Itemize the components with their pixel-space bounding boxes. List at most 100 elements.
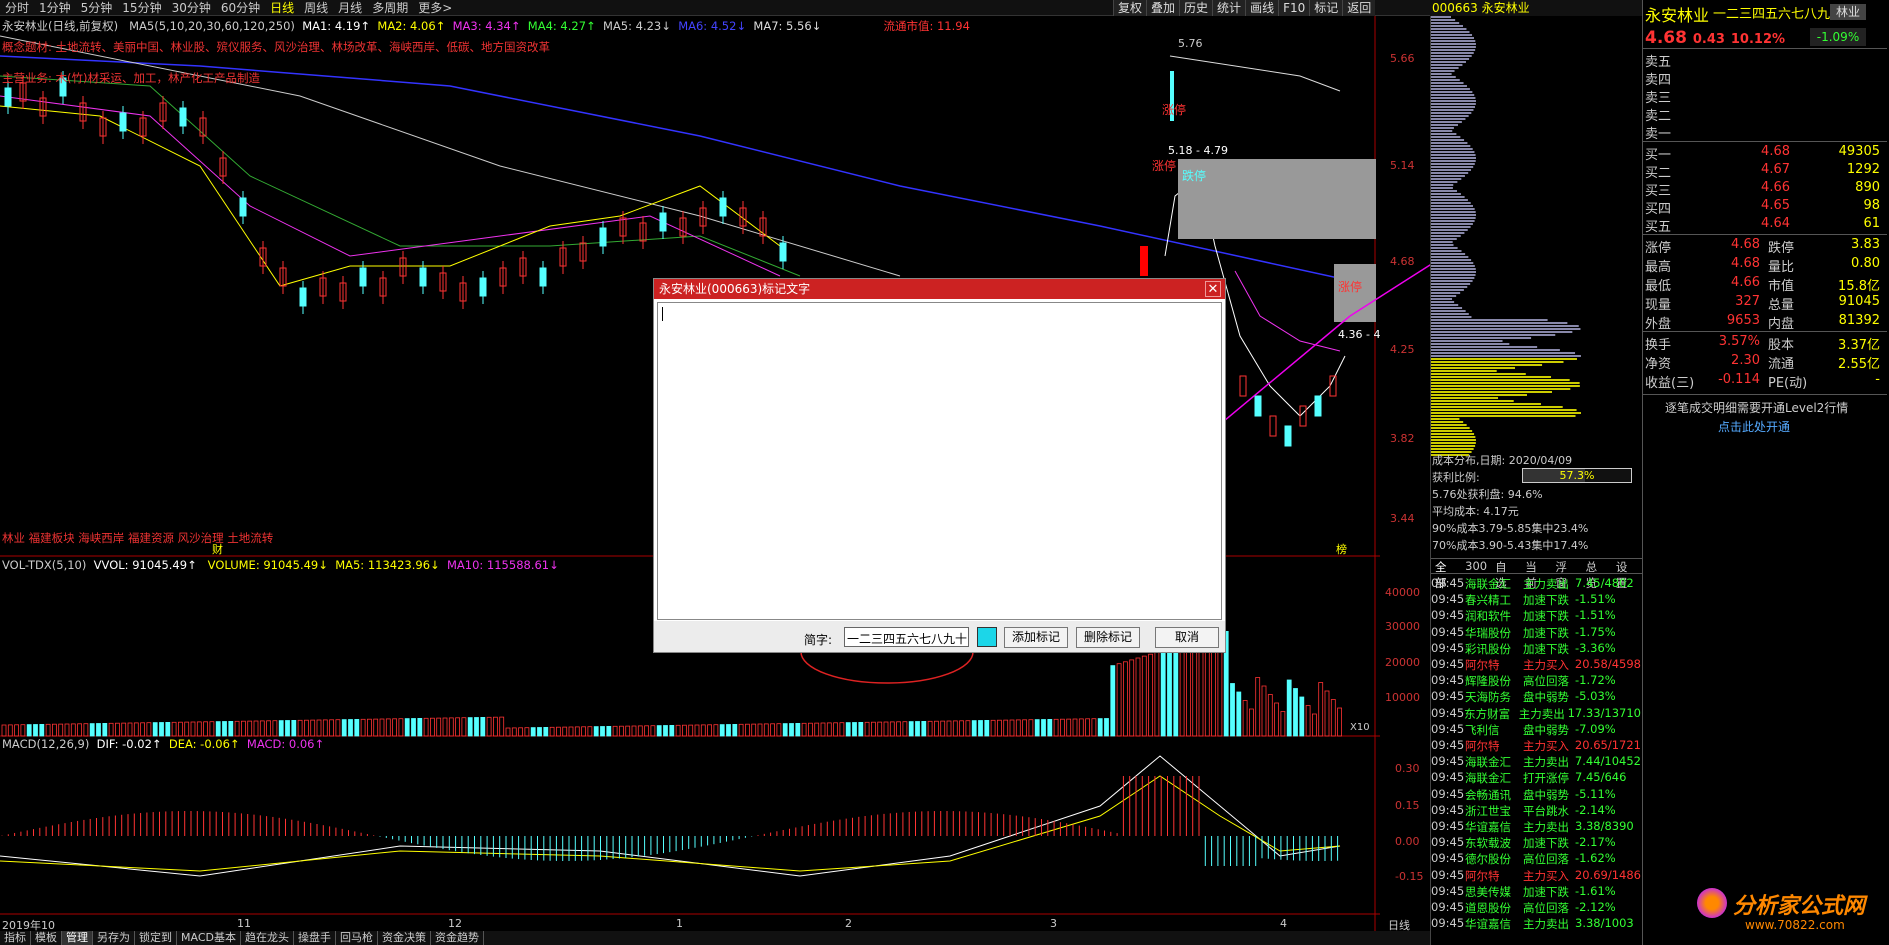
ask-row: 卖一	[1645, 123, 1885, 142]
list-item[interactable]: 09:45 春兴精工 加速下跌 -1.51%	[1431, 592, 1641, 608]
bid-l: 买二	[1645, 166, 1672, 181]
toolbar-button-4[interactable]: 画线	[1245, 0, 1279, 16]
list-tab-1[interactable]: 300	[1461, 559, 1491, 573]
dist-bar	[1431, 61, 1466, 63]
volume-bar	[959, 720, 964, 737]
short-text-input[interactable]: 一二三四五六七八九十	[844, 627, 969, 647]
list-item[interactable]: 09:45 阿尔特 主力买入 20.58/4598	[1431, 657, 1641, 673]
delete-mark-button[interactable]: 删除标记	[1076, 627, 1140, 648]
bid-v: 98	[1863, 198, 1880, 213]
indicator-tab-1[interactable]: 模板	[31, 931, 62, 945]
list-item[interactable]: 09:45 天海防务 盘中弱势 -5.03%	[1431, 689, 1641, 705]
volume-bar	[385, 718, 391, 737]
list-item[interactable]: 09:45 华谊嘉信 主力卖出 3.38/1003	[1431, 916, 1641, 932]
indicator-tab-10[interactable]: 资金趋势	[431, 931, 484, 945]
list-item[interactable]: 09:45 润和软件 加速下跌 -1.51%	[1431, 608, 1641, 624]
period-4[interactable]: 30分钟	[167, 0, 216, 16]
volume-bar	[348, 719, 353, 737]
indicator-tab-5[interactable]: MACD基本	[177, 931, 241, 945]
list-item[interactable]: 09:45 华瑞股份 加速下跌 -1.75%	[1431, 625, 1641, 641]
toolbar-button-7[interactable]: 返回	[1342, 0, 1376, 16]
toolbar-button-1[interactable]: 叠加	[1146, 0, 1180, 16]
list-tab-6[interactable]: 设置	[1612, 559, 1642, 590]
list-item[interactable]: 09:45 彩讯股份 加速下跌 -3.36%	[1431, 641, 1641, 657]
list-marker[interactable]: 榜	[1336, 541, 1347, 557]
period-10[interactable]: 更多>	[413, 0, 457, 16]
list-item-t: 09:45	[1431, 835, 1465, 850]
list-tab-5[interactable]: 总览	[1582, 559, 1612, 590]
candle	[659, 212, 667, 232]
volume-bar	[1280, 711, 1286, 737]
period-8[interactable]: 月线	[333, 0, 367, 16]
list-item-t: 09:45	[1431, 689, 1465, 704]
list-item[interactable]: 09:45 阿尔特 主力买入 20.65/1721	[1431, 738, 1641, 754]
list-item[interactable]: 09:45 辉隆股份 高位回落 -1.72%	[1431, 673, 1641, 689]
indicator-tab-6[interactable]: 趋在龙头	[241, 931, 294, 945]
list-item[interactable]: 09:45 海联金汇 主力卖出 7.45/4802	[1431, 576, 1641, 592]
dist-bar	[1431, 202, 1471, 204]
macd-tick: -0.15	[1395, 870, 1424, 883]
toolbar-button-3[interactable]: 统计	[1212, 0, 1246, 16]
indicator-tab-9[interactable]: 资金决策	[378, 931, 431, 945]
price-change-pct: 10.12%	[1730, 32, 1786, 47]
period-2[interactable]: 5分钟	[76, 0, 118, 16]
volume-bar	[278, 720, 284, 737]
period-9[interactable]: 多周期	[367, 0, 413, 16]
list-item[interactable]: 09:45 道恩股份 高位回落 -2.12%	[1431, 900, 1641, 916]
add-mark-button[interactable]: 添加标记	[1004, 627, 1068, 648]
dist-bar	[1431, 232, 1465, 234]
mark-textarea[interactable]	[657, 302, 1222, 620]
volume-bar	[864, 721, 870, 737]
list-tab-3[interactable]: 当前	[1521, 559, 1551, 590]
divider	[1642, 331, 1887, 332]
period-6[interactable]: 日线	[265, 0, 299, 16]
list-tab-2[interactable]: 自选	[1491, 559, 1521, 590]
list-item[interactable]: 09:45 海联金汇 主力卖出 7.44/10452	[1431, 754, 1641, 770]
list-item[interactable]: 09:45 东软载波 加速下跌 -2.17%	[1431, 835, 1641, 851]
color-picker[interactable]	[977, 627, 997, 647]
list-item[interactable]: 09:45 华谊嘉信 主力卖出 3.38/8390	[1431, 819, 1641, 835]
indicator-tab-2[interactable]: 管理	[62, 931, 93, 945]
volume-bar	[1293, 688, 1298, 737]
period-5[interactable]: 60分钟	[216, 0, 265, 16]
list-item[interactable]: 09:45 阿尔特 主力买入 20.69/1486	[1431, 868, 1641, 884]
list-item[interactable]: 09:45 会畅通讯 盘中弱势 -5.11%	[1431, 787, 1641, 803]
period-3[interactable]: 15分钟	[117, 0, 166, 16]
dist-bar	[1431, 289, 1464, 291]
cancel-button[interactable]: 取消	[1155, 627, 1219, 648]
volume-bar	[474, 717, 479, 737]
dist-bar	[1431, 88, 1470, 90]
list-tab-4[interactable]: 浮窗	[1551, 559, 1581, 590]
level2-link[interactable]: 点击此处开通	[1718, 418, 1790, 435]
toolbar-button-2[interactable]: 历史	[1179, 0, 1213, 16]
period-1[interactable]: 1分钟	[34, 0, 76, 16]
list-item[interactable]: 09:45 浙江世宝 平台跳水 -2.14%	[1431, 803, 1641, 819]
industry-badge[interactable]: 林业	[1830, 4, 1866, 20]
indicator-tab-0[interactable]: 指标	[0, 931, 31, 945]
dist-bar	[1431, 283, 1471, 285]
list-item-n: 彩讯股份	[1465, 641, 1511, 656]
bid-p: 4.64	[1761, 216, 1790, 231]
list-item[interactable]: 09:45 东方财富 主力卖出 17.33/13710	[1431, 706, 1641, 722]
indicator-tab-8[interactable]: 回马枪	[336, 931, 378, 945]
list-item[interactable]: 09:45 飞利信 盘中弱势 -7.09%	[1431, 722, 1641, 738]
list-item[interactable]: 09:45 海联金汇 打开涨停 7.45/646	[1431, 770, 1641, 786]
volume-bar	[1129, 659, 1135, 737]
indicator-tab-3[interactable]: 另存为	[93, 931, 135, 945]
close-icon[interactable]: ✕	[1205, 281, 1221, 297]
finance-marker[interactable]: 财	[212, 541, 223, 557]
volume-bar	[1015, 719, 1021, 737]
list-item[interactable]: 09:45 思美传媒 加速下跌 -1.61%	[1431, 884, 1641, 900]
period-0[interactable]: 分时	[0, 0, 34, 16]
list-tab-0[interactable]: 全部	[1431, 559, 1461, 590]
indicator-tab-4[interactable]: 锁定到	[135, 931, 177, 945]
toolbar-button-6[interactable]: 标记	[1309, 0, 1343, 16]
stat-a: 外盘	[1645, 317, 1672, 332]
period-7[interactable]: 周线	[299, 0, 333, 16]
dist-bar	[1431, 334, 1556, 336]
indicator-tab-7[interactable]: 操盘手	[294, 931, 336, 945]
toolbar-button-0[interactable]: 复权	[1113, 0, 1147, 16]
list-item[interactable]: 09:45 德尔股份 高位回落 -1.62%	[1431, 851, 1641, 867]
toolbar-button-5[interactable]: F10	[1278, 0, 1310, 16]
stat-bv: 2.55亿	[1838, 357, 1880, 372]
